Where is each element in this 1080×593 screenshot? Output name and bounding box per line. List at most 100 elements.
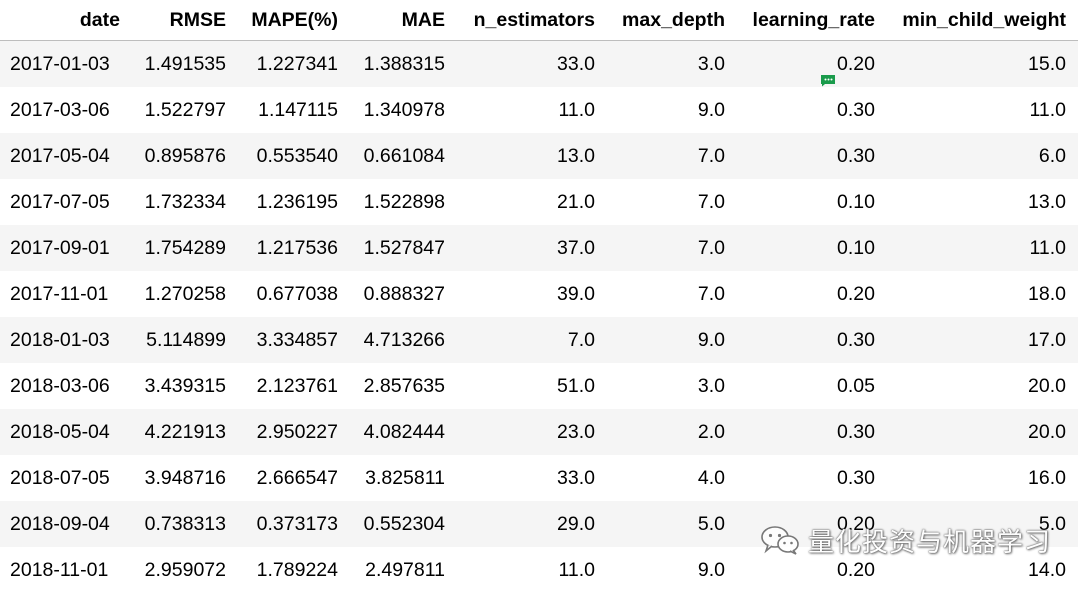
table-row[interactable]: 2017-07-051.7323341.2361951.52289821.07.… (0, 179, 1078, 225)
table-cell: 2.666547 (238, 455, 350, 501)
row-date-cell: 2017-07-05 (0, 179, 132, 225)
table-cell: 13.0 (457, 133, 607, 179)
table-row[interactable]: 2018-03-063.4393152.1237612.85763551.03.… (0, 363, 1078, 409)
table-cell: 2.857635 (350, 363, 457, 409)
table-cell: 23.0 (457, 409, 607, 455)
table-cell: 15.0 (887, 41, 1078, 88)
table-cell: 1.217536 (238, 225, 350, 271)
table-cell: 1.732334 (132, 179, 238, 225)
table-cell: 1.227341 (238, 41, 350, 88)
column-header-mae[interactable]: MAE (350, 0, 457, 41)
row-date-cell: 2017-05-04 (0, 133, 132, 179)
table-row[interactable]: 2017-09-011.7542891.2175361.52784737.07.… (0, 225, 1078, 271)
table-cell: 0.20 (737, 547, 887, 593)
table-cell: 33.0 (457, 455, 607, 501)
table-cell: 11.0 (457, 547, 607, 593)
table-cell: 3.948716 (132, 455, 238, 501)
table-cell: 0.895876 (132, 133, 238, 179)
column-header-n-estimators[interactable]: n_estimators (457, 0, 607, 41)
table-row[interactable]: 2018-11-012.9590721.7892242.49781111.09.… (0, 547, 1078, 593)
table-cell: 2.497811 (350, 547, 457, 593)
table-cell: 16.0 (887, 455, 1078, 501)
row-date-cell: 2018-11-01 (0, 547, 132, 593)
table-cell: 21.0 (457, 179, 607, 225)
row-date-cell: 2018-07-05 (0, 455, 132, 501)
table-cell: 7.0 (607, 271, 737, 317)
column-header-learning-rate[interactable]: learning_rate (737, 0, 887, 41)
table-row[interactable]: 2018-07-053.9487162.6665473.82581133.04.… (0, 455, 1078, 501)
table-cell: 1.527847 (350, 225, 457, 271)
table-cell: 37.0 (457, 225, 607, 271)
comment-flag-icon[interactable] (820, 74, 836, 87)
table-cell: 0.05 (737, 363, 887, 409)
table-cell: 39.0 (457, 271, 607, 317)
table-cell: 3.0 (607, 363, 737, 409)
table-row[interactable]: 2017-05-040.8958760.5535400.66108413.07.… (0, 133, 1078, 179)
table-cell: 9.0 (607, 87, 737, 133)
table-cell: 7.0 (607, 225, 737, 271)
column-header-min-child-weight[interactable]: min_child_weight (887, 0, 1078, 41)
row-date-cell: 2018-09-04 (0, 501, 132, 547)
table-cell: 3.825811 (350, 455, 457, 501)
table-cell: 13.0 (887, 179, 1078, 225)
column-header-date[interactable]: date (0, 0, 132, 41)
table-cell: 11.0 (887, 87, 1078, 133)
table-cell: 0.552304 (350, 501, 457, 547)
table-cell: 20.0 (887, 363, 1078, 409)
table-cell: 0.373173 (238, 501, 350, 547)
table-cell: 29.0 (457, 501, 607, 547)
column-header-mape[interactable]: MAPE(%) (238, 0, 350, 41)
table-cell: 4.221913 (132, 409, 238, 455)
table-cell: 7.0 (607, 179, 737, 225)
table-cell: 11.0 (887, 225, 1078, 271)
table-cell: 20.0 (887, 409, 1078, 455)
table-cell: 0.30 (737, 409, 887, 455)
table-row[interactable]: 2017-03-061.5227971.1471151.34097811.09.… (0, 87, 1078, 133)
table-cell: 0.30 (737, 87, 887, 133)
table-cell: 6.0 (887, 133, 1078, 179)
table-cell: 9.0 (607, 317, 737, 363)
table-cell: 0.661084 (350, 133, 457, 179)
header-row: date RMSE MAPE(%) MAE n_estimators max_d… (0, 0, 1078, 41)
table-cell: 18.0 (887, 271, 1078, 317)
row-date-cell: 2018-03-06 (0, 363, 132, 409)
table-cell: 0.30 (737, 133, 887, 179)
table-cell: 1.754289 (132, 225, 238, 271)
table-cell: 1.522797 (132, 87, 238, 133)
results-table: date RMSE MAPE(%) MAE n_estimators max_d… (0, 0, 1078, 593)
table-cell: 1.522898 (350, 179, 457, 225)
table-row[interactable]: 2018-05-044.2219132.9502274.08244423.02.… (0, 409, 1078, 455)
table-cell: 0.20 (737, 41, 887, 88)
table-cell: 9.0 (607, 547, 737, 593)
table-row[interactable]: 2017-01-031.4915351.2273411.38831533.03.… (0, 41, 1078, 88)
table-cell: 2.950227 (238, 409, 350, 455)
table-cell: 2.959072 (132, 547, 238, 593)
table-cell: 0.30 (737, 317, 887, 363)
table-cell: 0.20 (737, 271, 887, 317)
table-cell: 5.0 (607, 501, 737, 547)
table-row[interactable]: 2018-09-040.7383130.3731730.55230429.05.… (0, 501, 1078, 547)
table-cell: 0.20 (737, 501, 887, 547)
table-cell: 51.0 (457, 363, 607, 409)
table-cell: 4.0 (607, 455, 737, 501)
table-row[interactable]: 2017-11-011.2702580.6770380.88832739.07.… (0, 271, 1078, 317)
table-cell: 2.123761 (238, 363, 350, 409)
table-cell: 4.082444 (350, 409, 457, 455)
table-cell: 0.10 (737, 179, 887, 225)
table-cell: 1.491535 (132, 41, 238, 88)
column-header-rmse[interactable]: RMSE (132, 0, 238, 41)
table-cell: 3.0 (607, 41, 737, 88)
row-date-cell: 2017-09-01 (0, 225, 132, 271)
table-row[interactable]: 2018-01-035.1148993.3348574.7132667.09.0… (0, 317, 1078, 363)
row-date-cell: 2017-01-03 (0, 41, 132, 88)
table-cell: 3.334857 (238, 317, 350, 363)
table-cell: 1.147115 (238, 87, 350, 133)
column-header-max-depth[interactable]: max_depth (607, 0, 737, 41)
table-cell: 3.439315 (132, 363, 238, 409)
table-cell: 0.10 (737, 225, 887, 271)
table-cell: 14.0 (887, 547, 1078, 593)
table-cell: 7.0 (457, 317, 607, 363)
table-cell: 1.388315 (350, 41, 457, 88)
table-body: 2017-01-031.4915351.2273411.38831533.03.… (0, 41, 1078, 593)
row-date-cell: 2017-03-06 (0, 87, 132, 133)
